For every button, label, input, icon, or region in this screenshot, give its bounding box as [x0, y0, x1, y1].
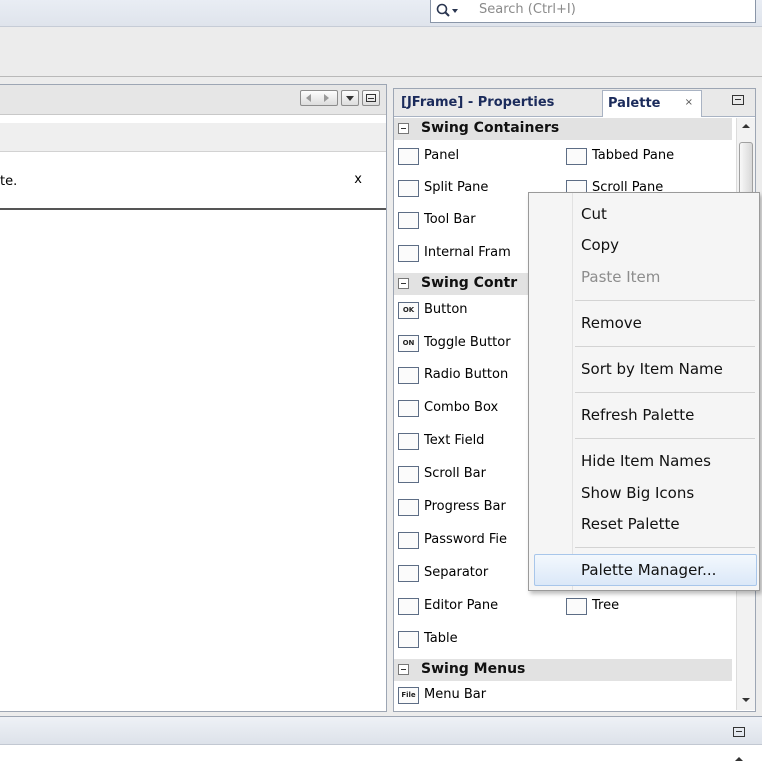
show-opened-documents-button[interactable]	[341, 90, 359, 106]
radio-button-icon	[398, 367, 419, 384]
palette-item-label: Panel	[424, 148, 460, 163]
palette-item-label: Split Pane	[424, 180, 489, 195]
palette-item-label: Toggle Buttor	[424, 335, 511, 350]
menu-item-palette-manager[interactable]: Palette Manager...	[581, 561, 716, 579]
menu-item-sort[interactable]: Sort by Item Name	[581, 360, 723, 378]
palette-item-label: Text Field	[424, 433, 485, 448]
editor-window-controls	[300, 90, 380, 108]
progress-bar-icon	[398, 499, 419, 516]
scroll-left-icon[interactable]	[301, 91, 319, 105]
menu-separator	[575, 438, 755, 439]
scroll-up-icon[interactable]	[742, 124, 750, 128]
tab-scroll-buttons[interactable]	[300, 90, 338, 106]
tab-properties[interactable]: [JFrame] - Properties	[396, 90, 559, 117]
editor-subbar	[0, 123, 386, 152]
palette-item-label: Combo Box	[424, 400, 499, 415]
menu-item-big-icons[interactable]: Show Big Icons	[581, 484, 694, 502]
chevron-down-icon	[346, 96, 354, 101]
output-panel	[0, 716, 762, 769]
toolbar	[0, 27, 762, 77]
editor-message-row: te. x	[0, 152, 386, 210]
menu-separator	[575, 547, 755, 548]
text-field-icon	[398, 433, 419, 450]
menu-item-copy[interactable]: Copy	[581, 236, 619, 254]
separator-icon	[398, 565, 419, 582]
minimize-icon	[366, 94, 376, 102]
collapse-icon[interactable]	[398, 664, 409, 675]
menu-separator	[575, 346, 755, 347]
palette-item-label: Menu Bar	[424, 687, 487, 702]
category-label: Swing Contr	[421, 275, 518, 291]
scroll-right-icon[interactable]	[319, 91, 337, 105]
category-label: Swing Menus	[421, 661, 526, 677]
menu-item-hide-names[interactable]: Hide Item Names	[581, 452, 711, 470]
scroll-up-icon[interactable]	[735, 757, 743, 761]
minimize-output-icon[interactable]	[733, 727, 745, 737]
menu-item-refresh[interactable]: Refresh Palette	[581, 406, 694, 424]
palette-tab-strip: [JFrame] - Properties Palette ×	[394, 89, 755, 117]
close-tab-icon[interactable]: ×	[685, 97, 693, 108]
table-icon	[398, 631, 419, 648]
palette-item-label: Radio Button	[424, 367, 509, 382]
palette-item-label: Table	[424, 631, 458, 646]
search-icon[interactable]	[435, 3, 459, 19]
top-bar: Search (Ctrl+I)	[0, 0, 762, 27]
split-pane-icon	[398, 180, 419, 197]
palette-item-label: Button	[424, 302, 468, 317]
tabbed-pane-icon	[566, 148, 587, 165]
panel-icon	[398, 148, 419, 165]
menu-icon-gutter	[572, 193, 573, 590]
menu-item-remove[interactable]: Remove	[581, 314, 642, 332]
palette-item-label: Tree	[592, 598, 620, 613]
password-field-icon	[398, 532, 419, 549]
palette-context-menu: Cut Copy Paste Item Remove Sort by Item …	[528, 192, 760, 591]
palette-item-label: Tool Bar	[424, 212, 476, 227]
minimize-editor-button[interactable]	[362, 90, 380, 106]
palette-item-label: Internal Fram	[424, 245, 511, 260]
tab-palette-label[interactable]: Palette	[608, 96, 660, 111]
internal-frame-icon	[398, 245, 419, 262]
palette-item-label: Tabbed Pane	[592, 148, 675, 163]
collapse-icon[interactable]	[398, 278, 409, 289]
collapse-icon[interactable]	[398, 123, 409, 134]
editor-tab-strip	[0, 85, 386, 115]
category-swing-menus[interactable]: Swing Menus	[394, 659, 732, 681]
output-panel-header	[0, 717, 762, 745]
palette-item-label: Scroll Bar	[424, 466, 486, 481]
tab-properties-label[interactable]: [JFrame] - Properties	[401, 95, 554, 110]
palette-item-label: Progress Bar	[424, 499, 506, 514]
editor-panel: te. x	[0, 84, 387, 712]
combo-box-icon	[398, 400, 419, 417]
toggle-button-icon: ON	[398, 335, 419, 352]
tree-icon	[566, 598, 587, 615]
minimize-palette-icon[interactable]	[732, 95, 744, 105]
search-box[interactable]: Search (Ctrl+I)	[430, 0, 756, 23]
palette-item-label: Editor Pane	[424, 598, 499, 613]
editor-message: te.	[0, 174, 18, 189]
search-placeholder[interactable]: Search (Ctrl+I)	[479, 2, 576, 17]
palette-item-label: Password Fie	[424, 532, 507, 547]
close-message-button[interactable]: x	[354, 172, 362, 187]
scroll-down-icon[interactable]	[742, 698, 750, 702]
palette-item-label: Separator	[424, 565, 489, 580]
tool-bar-icon	[398, 212, 419, 229]
menu-item-paste: Paste Item	[581, 268, 661, 286]
menu-item-reset[interactable]: Reset Palette	[581, 515, 680, 533]
button-icon: OK	[398, 302, 419, 319]
menu-bar-icon: File	[398, 687, 419, 704]
menu-separator	[575, 300, 755, 301]
category-swing-containers[interactable]: Swing Containers	[394, 118, 732, 140]
menu-item-cut[interactable]: Cut	[581, 205, 607, 223]
category-label: Swing Containers	[421, 120, 560, 136]
menu-separator	[575, 392, 755, 393]
tab-palette[interactable]: Palette ×	[602, 90, 702, 117]
scroll-bar-icon	[398, 466, 419, 483]
editor-pane-icon	[398, 598, 419, 615]
